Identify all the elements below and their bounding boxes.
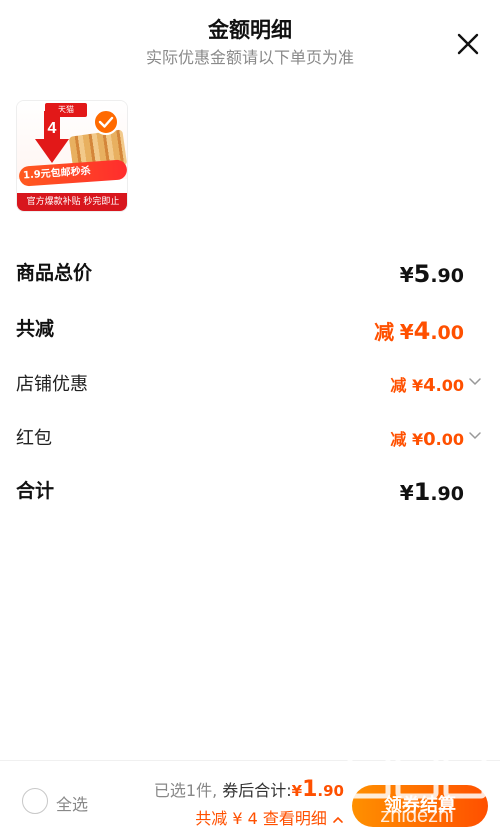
checkout-button[interactable]: 领券结算: [352, 785, 488, 827]
red-packet-prefix: 减: [390, 430, 407, 449]
total-discount-int: 4: [413, 317, 431, 345]
red-packet-yen: ¥: [411, 430, 424, 449]
goods-total-label: 商品总价: [16, 262, 93, 284]
goods-total-dec: .90: [430, 265, 464, 287]
total-discount-value: 减 ¥4.00: [374, 316, 464, 345]
sheet-title: 金额明细: [208, 18, 292, 42]
goods-total-value: ¥5.90: [400, 260, 464, 288]
amount-detail-sheet: 金额明细 实际优惠金额请以下单页为准 天猫 4 1.9元包邮秒杀 官方爆款补贴 …: [0, 0, 500, 827]
sum-row: 合计 ¥1.90: [16, 476, 484, 510]
sheet-subtitle: 实际优惠金额请以下单页为准: [145, 48, 354, 67]
sum-int: 1: [413, 478, 431, 506]
red-packet-int: 0: [423, 429, 436, 450]
sheet-header: 金额明细 实际优惠金额请以下单页为准: [0, 0, 500, 80]
red-packet-label: 红包: [16, 428, 52, 449]
sum-label: 合计: [16, 480, 55, 502]
discount-arrow-icon: 4: [35, 111, 69, 163]
goods-total-row: 商品总价 ¥5.90: [16, 258, 484, 292]
chevron-down-icon[interactable]: [468, 430, 482, 442]
total-discount-yen: ¥: [399, 320, 414, 344]
select-all-label[interactable]: 全选: [56, 791, 88, 815]
sum-value: ¥1.90: [400, 478, 464, 506]
total-int: 1: [302, 777, 318, 802]
shop-discount-yen: ¥: [411, 376, 424, 395]
product-footer-strip: 官方爆款补贴 秒完即止: [17, 193, 127, 211]
close-icon: [457, 33, 479, 55]
red-packet-dec: .00: [435, 430, 464, 449]
goods-total-yen: ¥: [399, 263, 414, 287]
detail-text: 共减 ¥ 4 查看明细: [195, 809, 327, 827]
shop-discount-int: 4: [423, 375, 436, 396]
check-icon: [98, 116, 114, 128]
close-button[interactable]: [454, 30, 482, 58]
shop-discount-dec: .00: [435, 376, 464, 395]
summary-line: 已选1件, 券后合计:¥1.90: [154, 777, 344, 802]
selected-count: 已选1件,: [153, 781, 218, 800]
chevron-down-icon[interactable]: [468, 376, 482, 388]
shop-discount-row[interactable]: 店铺优惠 减 ¥4.00: [16, 370, 484, 404]
sum-yen: ¥: [399, 481, 414, 505]
after-coupon-label: 券后合计:: [222, 781, 292, 800]
after-coupon-total: ¥1.90: [291, 777, 344, 802]
shop-discount-label: 店铺优惠: [16, 374, 88, 395]
sum-dec: .90: [430, 483, 464, 505]
view-detail-link[interactable]: 共减 ¥ 4 查看明细: [195, 805, 344, 827]
red-packet-value: 减 ¥0.00: [390, 426, 464, 450]
total-dec: .90: [317, 782, 344, 800]
total-discount-prefix: 减: [374, 320, 395, 344]
shop-discount-prefix: 减: [390, 376, 407, 395]
badge-number: 4: [48, 120, 57, 137]
shop-discount-value: 减 ¥4.00: [390, 372, 464, 396]
chevron-up-icon: [333, 816, 343, 823]
goods-total-int: 5: [413, 260, 431, 288]
select-all-checkbox[interactable]: [22, 788, 48, 814]
total-discount-dec: .00: [430, 322, 464, 344]
total-yen: ¥: [291, 782, 303, 800]
product-select-checkbox[interactable]: [93, 109, 119, 135]
total-discount-row: 共减 减 ¥4.00: [16, 314, 484, 348]
red-packet-row[interactable]: 红包 减 ¥0.00: [16, 424, 484, 458]
checkout-bar: 全选 已选1件, 券后合计:¥1.90 共减 ¥ 4 查看明细 领券结算: [0, 760, 500, 827]
product-thumbnail[interactable]: 天猫 4 1.9元包邮秒杀 官方爆款补贴 秒完即止: [16, 100, 128, 212]
total-discount-label: 共减: [16, 318, 55, 340]
